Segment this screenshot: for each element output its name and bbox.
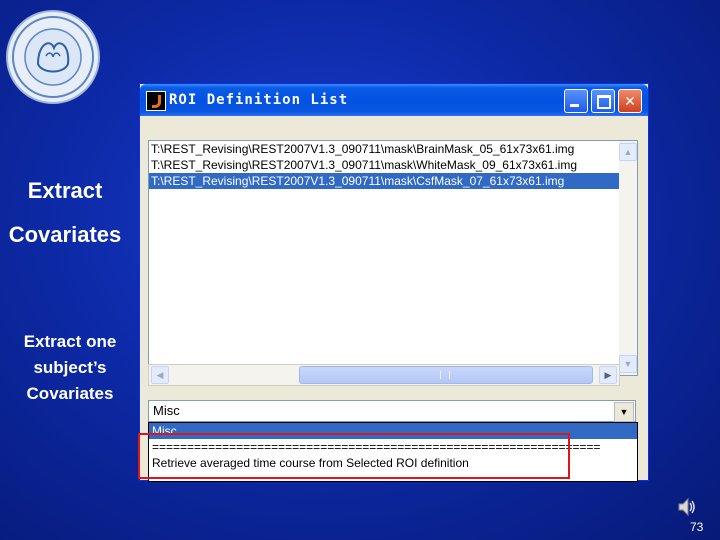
maximize-button[interactable] xyxy=(591,89,615,113)
scroll-down-icon[interactable]: ▼ xyxy=(619,355,637,373)
roi-listbox[interactable]: T:\REST_Revising\REST2007V1.3_090711\mas… xyxy=(148,140,638,376)
heading-covariates: Covariates xyxy=(8,222,122,247)
chevron-down-icon[interactable]: ▼ xyxy=(614,402,634,422)
roi-definition-window: ROI Definition List ✕ T:\REST_Revising\R… xyxy=(140,84,648,482)
window-title: ROI Definition List xyxy=(169,92,349,108)
close-icon: ✕ xyxy=(624,93,636,109)
close-button[interactable]: ✕ xyxy=(618,89,642,113)
horizontal-scroll-thumb[interactable] xyxy=(299,366,593,384)
vertical-scrollbar[interactable]: ▲ ▼ xyxy=(619,141,637,375)
roi-list-item[interactable]: T:\REST_Revising\REST2007V1.3_090711\mas… xyxy=(149,173,619,189)
page-number: 73 xyxy=(690,520,704,534)
subtitle: Extract one subject’s Covariates xyxy=(23,332,117,403)
minimize-icon xyxy=(570,104,579,107)
scroll-right-icon[interactable]: ▶ xyxy=(599,366,617,384)
slide: { "slide": { "heading_line1": "Extract",… xyxy=(0,0,720,540)
dropdown-selected-value: Misc xyxy=(153,403,180,418)
action-dropdown[interactable]: Misc ▼ xyxy=(148,400,636,422)
titlebar[interactable]: ROI Definition List ✕ xyxy=(140,84,648,116)
roi-list-items: T:\REST_Revising\REST2007V1.3_090711\mas… xyxy=(149,141,619,375)
roi-list-item[interactable]: T:\REST_Revising\REST2007V1.3_090711\mas… xyxy=(149,157,619,173)
horizontal-scrollbar[interactable]: ◀ ▶ xyxy=(148,364,620,386)
university-logo xyxy=(6,10,100,104)
matlab-icon xyxy=(146,91,166,111)
roi-list-item[interactable]: T:\REST_Revising\REST2007V1.3_090711\mas… xyxy=(149,141,619,157)
grip-icon xyxy=(440,371,450,379)
scroll-up-icon[interactable]: ▲ xyxy=(619,143,637,161)
scroll-left-icon[interactable]: ◀ xyxy=(151,366,169,384)
speaker-icon[interactable] xyxy=(676,496,698,518)
minimize-button[interactable] xyxy=(564,89,588,113)
heading-extract: Extract xyxy=(27,178,103,203)
annotation-highlight-box xyxy=(138,433,570,479)
maximize-icon xyxy=(597,95,611,109)
